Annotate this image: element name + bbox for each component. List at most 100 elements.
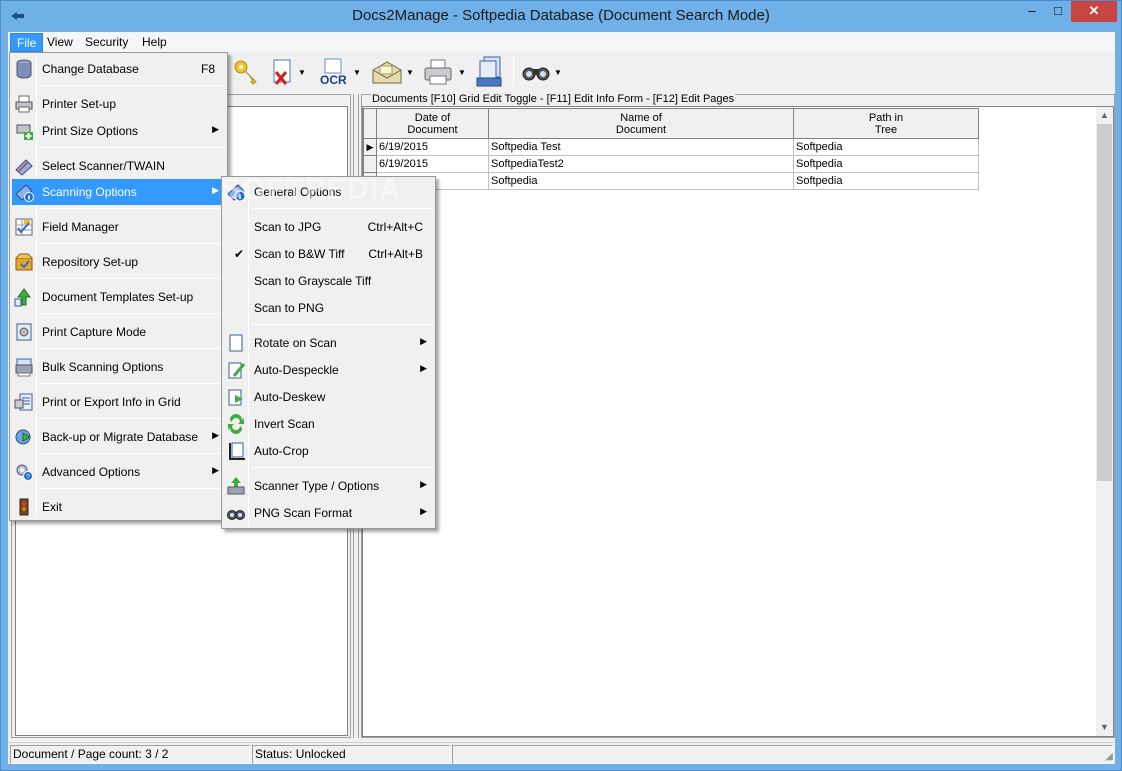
menu-item-invert-scan[interactable]: Invert Scan (224, 411, 433, 437)
cell-path[interactable]: Softpedia (793, 155, 979, 173)
menu-item-scan-jpg[interactable]: Scan to JPG Ctrl+Alt+C (224, 214, 433, 240)
chevron-down-icon[interactable]: ▼ (554, 68, 562, 77)
menu-item-rotate-on-scan[interactable]: Rotate on Scan ▶ (224, 330, 433, 356)
scan-pages-button[interactable] (474, 56, 506, 87)
menu-file[interactable]: File (10, 33, 44, 52)
column-header-path[interactable]: Path in Tree (793, 108, 979, 139)
menu-item-png-scan-format[interactable]: PNG Scan Format ▶ (224, 500, 433, 526)
menu-item-print-export-grid[interactable]: Print or Export Info in Grid (12, 389, 225, 415)
print-button[interactable]: ▼ (422, 58, 466, 86)
menu-item-repository-setup[interactable]: Repository Set-up (12, 249, 225, 275)
menu-item-label: Scan to PNG (254, 301, 325, 315)
menu-help[interactable]: Help (136, 33, 173, 52)
toolbar-separator (513, 56, 514, 86)
key-button[interactable] (232, 58, 260, 86)
menu-item-change-database[interactable]: Change Database F8 (12, 56, 225, 82)
menu-item-advanced-options[interactable]: ? Advanced Options ▶ (12, 459, 225, 485)
menu-item-label: Rotate on Scan (254, 336, 337, 350)
column-header-date[interactable]: Date of Document (376, 108, 489, 139)
cell-path[interactable]: Softpedia (793, 138, 979, 156)
minimize-button[interactable]: – (1019, 1, 1045, 22)
menu-item-label: Scan to JPG (254, 220, 322, 234)
maximize-button[interactable]: □ (1045, 1, 1071, 22)
backup-icon (15, 429, 32, 445)
menu-item-auto-crop[interactable]: Auto-Crop (224, 438, 433, 464)
column-header-name[interactable]: Name of Document (488, 108, 794, 139)
documents-grid[interactable]: Date of Document Name of Document Path in T… (362, 106, 1114, 737)
menu-item-scan-png[interactable]: Scan to PNG (224, 295, 433, 321)
deskew-icon (228, 389, 243, 406)
table-row[interactable]: ▶ 6/19/2015 Softpedia Test Softpedia (363, 138, 979, 156)
menu-item-auto-despeckle[interactable]: Auto-Despeckle ▶ (224, 357, 433, 383)
menu-item-document-templates[interactable]: Document Templates Set-up (12, 284, 225, 310)
email-button[interactable]: ▼ (370, 58, 414, 86)
menu-item-print-size-options[interactable]: Print Size Options ▶ (12, 118, 225, 144)
menu-item-shortcut: Ctrl+Alt+B (368, 247, 423, 261)
menu-item-auto-deskew[interactable]: Auto-Deskew (224, 384, 433, 410)
title-bar[interactable]: Docs2Manage - Softpedia Database (Docume… (1, 1, 1121, 32)
cell-name[interactable]: Softpedia (488, 172, 794, 190)
column-header-line: Path in (868, 111, 904, 124)
search-button[interactable]: ▼ (520, 58, 562, 86)
status-bar: Document / Page count: 3 / 2 Status: Unl… (8, 742, 1115, 764)
table-row[interactable]: 6/19/2015 SoftpediaTest2 Softpedia (363, 155, 979, 173)
menu-item-label: Print or Export Info in Grid (42, 395, 181, 409)
chevron-down-icon[interactable]: ▼ (406, 68, 414, 77)
menu-item-label: General Options (254, 185, 342, 199)
menu-item-general-options[interactable]: General Options (224, 179, 433, 205)
file-menu: Change Database F8 Printer Set-up Print … (9, 52, 228, 521)
menu-item-scanning-options[interactable]: Scanning Options ▶ (12, 179, 225, 205)
chevron-down-icon[interactable]: ▼ (353, 68, 361, 77)
menu-item-scan-bw-tiff[interactable]: ✔ Scan to B&W Tiff Ctrl+Alt+B (224, 241, 433, 267)
menu-view[interactable]: View (41, 33, 79, 52)
field-manager-icon (15, 218, 33, 236)
scroll-up-icon[interactable]: ▲ (1096, 107, 1113, 124)
menu-item-bulk-scanning[interactable]: Bulk Scanning Options (12, 354, 225, 380)
chevron-down-icon[interactable]: ▼ (458, 68, 466, 77)
scanner-type-icon (227, 477, 245, 495)
scroll-down-icon[interactable]: ▼ (1096, 719, 1113, 736)
cell-date[interactable]: 6/19/2015 (376, 138, 489, 156)
chevron-down-icon[interactable]: ▼ (298, 68, 306, 77)
close-button[interactable]: ✕ (1071, 1, 1117, 22)
menu-item-exit[interactable]: Exit (12, 494, 225, 520)
print-capture-icon (16, 323, 32, 341)
resize-grip-icon[interactable]: ◢ (1105, 751, 1113, 762)
menu-item-printer-setup[interactable]: Printer Set-up (12, 91, 225, 117)
menu-item-field-manager[interactable]: Field Manager (12, 214, 225, 240)
print-size-icon (16, 124, 33, 140)
vertical-scrollbar[interactable]: ▲ ▼ (1096, 107, 1113, 736)
scanner-pages-icon (476, 56, 502, 87)
printer-icon (15, 95, 33, 113)
status-page-count: Document / Page count: 3 / 2 (10, 745, 250, 764)
menu-item-scanner-type[interactable]: Scanner Type / Options ▶ (224, 473, 433, 499)
current-row-indicator-icon: ▶ (363, 138, 377, 156)
cell-name[interactable]: Softpedia Test (488, 138, 794, 156)
menu-item-backup-migrate[interactable]: Back-up or Migrate Database ▶ (12, 424, 225, 450)
scroll-thumb[interactable] (1097, 124, 1112, 481)
ocr-button[interactable]: OCR ▼ (319, 58, 361, 86)
ocr-label: OCR (320, 73, 347, 86)
menu-item-select-scanner[interactable]: Select Scanner/TWAIN (12, 153, 225, 179)
menu-separator (40, 208, 225, 209)
menu-item-scan-grayscale-tiff[interactable]: Scan to Grayscale Tiff (224, 268, 433, 294)
delete-document-button[interactable]: ▼ (270, 58, 306, 86)
menu-item-print-capture-mode[interactable]: Print Capture Mode (12, 319, 225, 345)
ocr-icon: OCR (320, 58, 347, 86)
menu-separator (40, 85, 225, 86)
table-row[interactable]: Softpedia Softpedia (363, 172, 979, 190)
documents-panel: Documents [F10] Grid Edit Toggle - [F11]… (361, 93, 1115, 738)
cell-name[interactable]: SoftpediaTest2 (488, 155, 794, 173)
cell-path[interactable]: Softpedia (793, 172, 979, 190)
menu-item-label: Printer Set-up (42, 97, 117, 111)
menu-separator (40, 488, 225, 489)
column-header-line: Document (615, 123, 667, 136)
menu-security[interactable]: Security (79, 33, 134, 52)
menu-item-label: Scan to Grayscale Tiff (254, 274, 372, 288)
svg-text:?: ? (26, 474, 30, 481)
menu-item-label: Bulk Scanning Options (42, 360, 164, 374)
menu-item-shortcut: F8 (200, 62, 215, 76)
column-header-line: Date of (414, 111, 451, 124)
cell-date[interactable]: 6/19/2015 (376, 155, 489, 173)
menu-item-label: Auto-Deskew (254, 390, 326, 404)
